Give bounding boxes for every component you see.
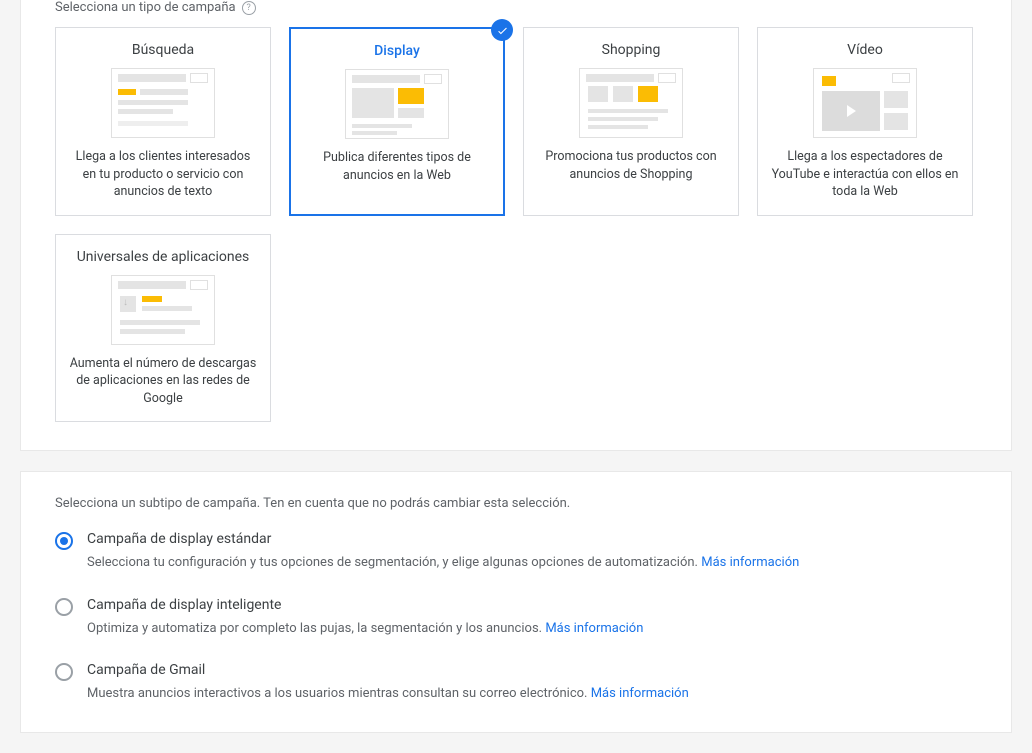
campaign-card-video[interactable]: Vídeo Llega a los espectadores de YouTube…	[757, 27, 973, 216]
more-info-link[interactable]: Más información	[545, 621, 643, 636]
card-title: Vídeo	[770, 42, 960, 58]
subtype-desc: Optimiza y automatiza por completo las p…	[87, 619, 977, 639]
card-title: Shopping	[536, 42, 726, 58]
subtype-desc: Selecciona tu configuración y tus opcion…	[87, 553, 977, 573]
campaign-card-app[interactable]: Universales de aplicaciones Aumenta el nú…	[55, 234, 271, 423]
subtype-list: Campaña de display estándar Selecciona tu…	[55, 531, 977, 704]
more-info-link[interactable]: Más información	[701, 555, 799, 570]
card-title: Búsqueda	[68, 42, 258, 58]
campaign-card-display[interactable]: Display Publica diferentes tipos de anunc…	[289, 27, 505, 216]
subtype-option[interactable]: Campaña de display inteligente Optimiza y…	[55, 597, 977, 639]
card-desc: Llega a los espectadores de YouTube e in…	[770, 148, 960, 201]
campaign-card-search[interactable]: Búsqueda Llega a los clientes interesados…	[55, 27, 271, 216]
subtype-desc: Muestra anuncios interactivos a los usua…	[87, 684, 977, 704]
subtype-title: Campaña de Gmail	[87, 662, 977, 678]
card-desc: Publica diferentes tipos de anuncios en …	[303, 149, 491, 184]
subtype-intro: Selecciona un subtipo de campaña. Ten en…	[55, 496, 977, 511]
radio-content: Campaña de Gmail Muestra anuncios interac…	[87, 662, 977, 704]
subtype-option[interactable]: Campaña de Gmail Muestra anuncios interac…	[55, 662, 977, 704]
campaign-card-shopping[interactable]: Shopping Promociona tus productos con anu…	[523, 27, 739, 216]
campaign-type-panel: Selecciona un tipo de campaña ? Búsqueda…	[20, 0, 1012, 451]
radio-button[interactable]	[55, 532, 73, 550]
card-desc: Aumenta el número de descargas de aplica…	[68, 355, 258, 408]
subtype-option[interactable]: Campaña de display estándar Selecciona tu…	[55, 531, 977, 573]
radio-content: Campaña de display estándar Selecciona tu…	[87, 531, 977, 573]
card-title: Display	[303, 43, 491, 59]
section-title: Selecciona un tipo de campaña	[55, 0, 236, 15]
radio-content: Campaña de display inteligente Optimiza y…	[87, 597, 977, 639]
subtype-title: Campaña de display inteligente	[87, 597, 977, 613]
radio-button[interactable]	[55, 663, 73, 681]
campaign-cards-grid: Búsqueda Llega a los clientes interesados…	[55, 27, 977, 422]
campaign-subtype-panel: Selecciona un subtipo de campaña. Ten en…	[20, 471, 1012, 733]
radio-button[interactable]	[55, 598, 73, 616]
check-icon	[491, 19, 513, 41]
section-title-row: Selecciona un tipo de campaña ?	[55, 0, 977, 15]
card-desc: Promociona tus productos con anuncios de…	[536, 148, 726, 183]
help-icon[interactable]: ?	[242, 1, 256, 15]
card-title: Universales de aplicaciones	[68, 249, 258, 265]
card-desc: Llega a los clientes interesados en tu p…	[68, 148, 258, 201]
subtype-title: Campaña de display estándar	[87, 531, 977, 547]
more-info-link[interactable]: Más información	[591, 686, 689, 701]
